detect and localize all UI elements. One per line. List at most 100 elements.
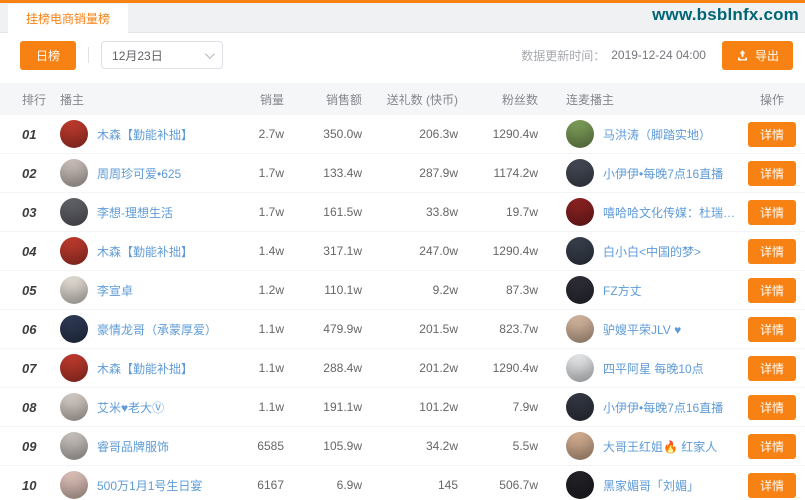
cohost-avatar[interactable] bbox=[566, 276, 594, 304]
detail-button[interactable]: 详情 bbox=[748, 122, 796, 147]
detail-button[interactable]: 详情 bbox=[748, 473, 796, 498]
gifts-cell: 145 bbox=[378, 478, 474, 492]
cohost-cell: 小伊伊•每晚7点16直播 bbox=[554, 393, 739, 421]
table-row: 09 睿哥品牌服饰 6585 105.9w 34.2w 5.5w 大哥王红姐🔥 … bbox=[0, 427, 805, 466]
fans-cell: 87.3w bbox=[474, 283, 554, 297]
cohost-cell: 马洪涛（脚踏实地） bbox=[554, 120, 739, 148]
fans-cell: 19.7w bbox=[474, 205, 554, 219]
streamer-avatar[interactable] bbox=[60, 432, 88, 460]
streamer-name-link[interactable]: 周周珍可爱•625 bbox=[97, 165, 181, 182]
rank-cell: 08 bbox=[0, 400, 60, 415]
site-watermark: www.bsblnfx.com bbox=[652, 5, 799, 25]
streamer-avatar[interactable] bbox=[60, 198, 88, 226]
sales-amount-cell: 317.1w bbox=[300, 244, 378, 258]
table-row: 10 500万1月1号生日宴 6167 6.9w 145 506.7w 黑家媚哥… bbox=[0, 466, 805, 500]
gifts-cell: 206.3w bbox=[378, 127, 474, 141]
streamer-avatar[interactable] bbox=[60, 315, 88, 343]
detail-button[interactable]: 详情 bbox=[748, 356, 796, 381]
action-cell: 详情 bbox=[739, 317, 805, 342]
streamer-name-link[interactable]: 木森【勤能补拙】 bbox=[97, 243, 193, 260]
rank-cell: 01 bbox=[0, 127, 60, 142]
fans-cell: 823.7w bbox=[474, 322, 554, 336]
rank-cell: 09 bbox=[0, 439, 60, 454]
chevron-down-icon bbox=[205, 49, 215, 59]
rank-cell: 07 bbox=[0, 361, 60, 376]
date-select-value: 12月23日 bbox=[112, 47, 163, 64]
ranking-table: 排行播主销量销售额送礼数 (快币)粉丝数连麦播主操作 01 木森【勤能补拙】 2… bbox=[0, 77, 805, 500]
cohost-avatar[interactable] bbox=[566, 237, 594, 265]
table-header-row: 排行播主销量销售额送礼数 (快币)粉丝数连麦播主操作 bbox=[0, 83, 805, 115]
detail-button[interactable]: 详情 bbox=[748, 395, 796, 420]
cohost-cell: 白小白<中国的梦> bbox=[554, 237, 739, 265]
streamer-name-link[interactable]: 豪情龙哥（承蒙厚爱） bbox=[97, 321, 217, 338]
sales-amount-cell: 288.4w bbox=[300, 361, 378, 375]
detail-button[interactable]: 详情 bbox=[748, 434, 796, 459]
cohost-name-link[interactable]: 小伊伊•每晚7点16直播 bbox=[603, 399, 723, 416]
toolbar: 日榜 12月23日 数据更新时间： 2019-12-24 04:00 导出 bbox=[0, 33, 805, 77]
cohost-cell: 小伊伊•每晚7点16直播 bbox=[554, 159, 739, 187]
cohost-name-link[interactable]: 小伊伊•每晚7点16直播 bbox=[603, 165, 723, 182]
streamer-avatar[interactable] bbox=[60, 471, 88, 499]
rank-cell: 06 bbox=[0, 322, 60, 337]
column-header: 操作 bbox=[739, 91, 805, 108]
streamer-name-link[interactable]: 木森【勤能补拙】 bbox=[97, 126, 193, 143]
cohost-name-link[interactable]: 大哥王红姐🔥 红家人 bbox=[603, 438, 717, 455]
detail-button[interactable]: 详情 bbox=[748, 317, 796, 342]
streamer-name-link[interactable]: 李宣卓 bbox=[97, 282, 133, 299]
detail-button[interactable]: 详情 bbox=[748, 239, 796, 264]
streamer-avatar[interactable] bbox=[60, 159, 88, 187]
cohost-name-link[interactable]: 驴嫂平荣JLV ♥ bbox=[603, 321, 681, 338]
streamer-avatar[interactable] bbox=[60, 393, 88, 421]
streamer-name-link[interactable]: 木森【勤能补拙】 bbox=[97, 360, 193, 377]
streamer-avatar[interactable] bbox=[60, 237, 88, 265]
export-button[interactable]: 导出 bbox=[722, 41, 793, 70]
cohost-avatar[interactable] bbox=[566, 120, 594, 148]
column-header: 销售额 bbox=[300, 91, 378, 108]
cohost-name-link[interactable]: 马洪涛（脚踏实地） bbox=[603, 126, 711, 143]
sales-cell: 1.4w bbox=[235, 244, 300, 258]
cohost-name-link[interactable]: 四平阿星 每晚10点 bbox=[603, 360, 704, 377]
date-select[interactable]: 12月23日 bbox=[101, 41, 223, 69]
cohost-avatar[interactable] bbox=[566, 471, 594, 499]
gifts-cell: 247.0w bbox=[378, 244, 474, 258]
action-cell: 详情 bbox=[739, 356, 805, 381]
tab-strip: 挂榜电商销量榜 www.bsblnfx.com bbox=[0, 0, 805, 33]
detail-button[interactable]: 详情 bbox=[748, 278, 796, 303]
cohost-avatar[interactable] bbox=[566, 432, 594, 460]
cohost-cell: 四平阿星 每晚10点 bbox=[554, 354, 739, 382]
update-time-label: 数据更新时间： bbox=[521, 47, 605, 64]
action-cell: 详情 bbox=[739, 395, 805, 420]
streamer-avatar[interactable] bbox=[60, 354, 88, 382]
rank-cell: 02 bbox=[0, 166, 60, 181]
sales-amount-cell: 161.5w bbox=[300, 205, 378, 219]
cohost-cell: 大哥王红姐🔥 红家人 bbox=[554, 432, 739, 460]
cohost-avatar[interactable] bbox=[566, 198, 594, 226]
column-header: 播主 bbox=[60, 91, 235, 108]
streamer-name-link[interactable]: 艾米♥老大Ⓥ bbox=[97, 399, 164, 416]
cohost-name-link[interactable]: 嘻哈哈文化传媒：杜瑞才！ bbox=[603, 204, 739, 221]
tab-ecommerce-sales-ranking[interactable]: 挂榜电商销量榜 bbox=[8, 4, 128, 33]
daily-rank-button[interactable]: 日榜 bbox=[20, 41, 76, 70]
tab-label: 挂榜电商销量榜 bbox=[26, 10, 110, 27]
sales-cell: 6585 bbox=[235, 439, 300, 453]
gifts-cell: 287.9w bbox=[378, 166, 474, 180]
gifts-cell: 33.8w bbox=[378, 205, 474, 219]
detail-button[interactable]: 详情 bbox=[748, 200, 796, 225]
streamer-avatar[interactable] bbox=[60, 276, 88, 304]
cohost-avatar[interactable] bbox=[566, 315, 594, 343]
sales-amount-cell: 350.0w bbox=[300, 127, 378, 141]
streamer-name-link[interactable]: 睿哥品牌服饰 bbox=[97, 438, 169, 455]
cohost-avatar[interactable] bbox=[566, 354, 594, 382]
streamer-name-link[interactable]: 李想-理想生活 bbox=[97, 204, 173, 221]
cohost-name-link[interactable]: 黑家媚哥「刘媚」 bbox=[603, 477, 699, 494]
cohost-avatar[interactable] bbox=[566, 393, 594, 421]
cohost-name-link[interactable]: FZ方丈 bbox=[603, 282, 642, 299]
table-row: 08 艾米♥老大Ⓥ 1.1w 191.1w 101.2w 7.9w 小伊伊•每晚… bbox=[0, 388, 805, 427]
cohost-avatar[interactable] bbox=[566, 159, 594, 187]
action-cell: 详情 bbox=[739, 200, 805, 225]
streamer-name-link[interactable]: 500万1月1号生日宴 bbox=[97, 477, 202, 494]
detail-button[interactable]: 详情 bbox=[748, 161, 796, 186]
cohost-name-link[interactable]: 白小白<中国的梦> bbox=[603, 243, 701, 260]
streamer-avatar[interactable] bbox=[60, 120, 88, 148]
table-row: 06 豪情龙哥（承蒙厚爱） 1.1w 479.9w 201.5w 823.7w … bbox=[0, 310, 805, 349]
